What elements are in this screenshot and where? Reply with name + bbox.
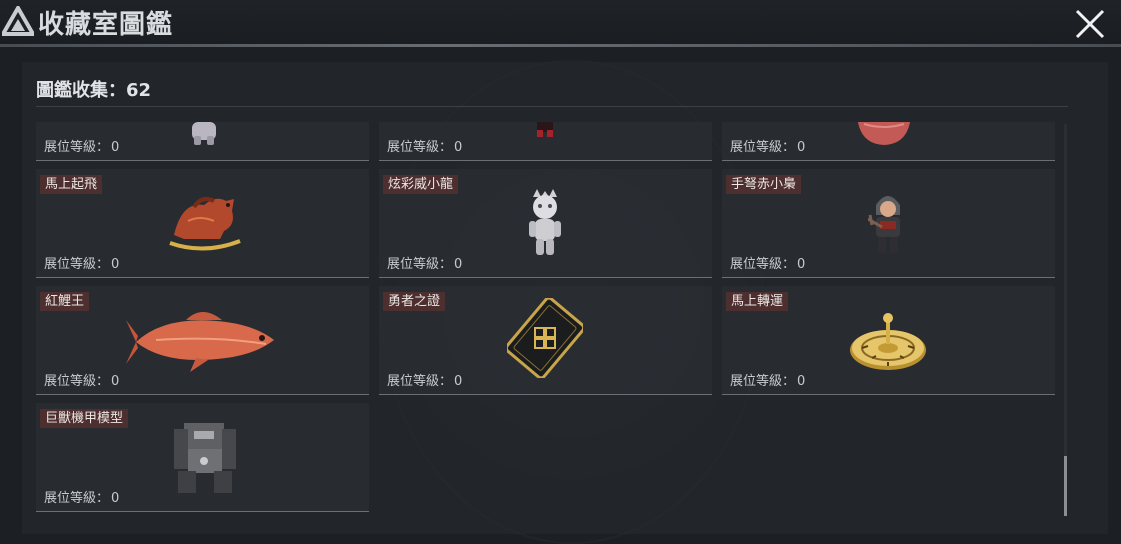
display-level: 展位等級： 0 [44,257,120,272]
collection-item[interactable]: 展位等級： 0 [722,122,1055,161]
item-divider [722,160,1055,161]
collection-item[interactable]: 紅鯉王 展位等級： 0 [36,286,369,395]
item-name: 巨獸機甲模型 [40,409,129,428]
page-title: 收藏室圖鑑 [38,10,174,40]
collection-grid[interactable]: 展位等級： 0 展位等級： 0 展位等級： 0 馬上起飛 展位等級： 0 炫彩威… [30,122,1062,520]
red-carp-icon [126,312,274,372]
triangle-logo-icon [2,6,34,36]
brave-card-icon [507,298,583,378]
mech-model-icon [174,423,236,493]
dragon-doll-icon [529,189,561,255]
item-divider [36,160,369,161]
count-divider [36,106,1068,107]
golden-wheel-icon [850,313,926,370]
item-name: 炫彩威小龍 [383,175,459,194]
red-bowl-icon [858,122,910,145]
item-name: 馬上起飛 [40,175,103,194]
item-divider [36,277,369,278]
collection-item[interactable]: 馬上轉運 展位等級： 0 [722,286,1055,395]
scrollbar[interactable] [1064,124,1067,516]
item-name: 紅鯉王 [40,292,90,311]
display-level: 展位等級： 0 [387,374,463,389]
display-level: 展位等級： 0 [387,257,463,272]
item-divider [379,277,712,278]
display-level: 展位等級： 0 [44,140,120,155]
collection-item[interactable]: 展位等級： 0 [36,122,369,161]
item-name: 手弩赤小梟 [726,175,802,194]
header-divider [0,44,1121,47]
display-level: 展位等級： 0 [44,491,120,506]
rocking-horse-icon [169,197,241,251]
collection-item[interactable]: 巨獸機甲模型 展位等級： 0 [36,403,369,512]
item-divider [722,394,1055,395]
close-icon[interactable] [1072,6,1108,42]
header-bar: 收藏室圖鑑 [0,0,1121,46]
crossbow-figure-icon [868,196,900,253]
item-divider [36,394,369,395]
item-name: 勇者之證 [383,292,446,311]
display-level: 展位等級： 0 [730,374,806,389]
collection-item[interactable]: 手弩赤小梟 展位等級： 0 [722,169,1055,278]
display-level: 展位等級： 0 [44,374,120,389]
item-divider [379,394,712,395]
display-level: 展位等級： 0 [387,140,463,155]
collection-item[interactable]: 勇者之證 展位等級： 0 [379,286,712,395]
item-divider [379,160,712,161]
display-level: 展位等級： 0 [730,257,806,272]
item-divider [722,277,1055,278]
collection-count: 圖鑑收集：62 [36,80,152,101]
collection-item[interactable]: 馬上起飛 展位等級： 0 [36,169,369,278]
item-name: 馬上轉運 [726,292,789,311]
collection-item[interactable]: 展位等級： 0 [379,122,712,161]
item-divider [36,511,369,512]
display-level: 展位等級： 0 [730,140,806,155]
small-figure-icon [537,122,553,137]
collection-item[interactable]: 炫彩威小龍 展位等級： 0 [379,169,712,278]
scroll-thumb[interactable] [1064,456,1067,516]
bear-figure-icon [192,122,216,145]
